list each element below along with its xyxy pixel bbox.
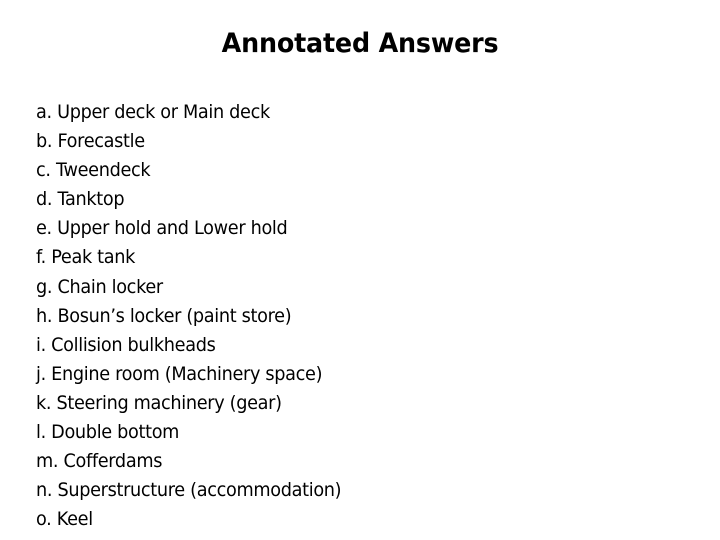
page-title: Annotated Answers [221, 28, 499, 59]
slide-canvas: Annotated Answers a. Upper deck or Main … [0, 0, 720, 540]
answers-list: a. Upper deck or Main deck b. Forecastle… [36, 98, 686, 534]
list-item: h. Bosun’s locker (paint store) [36, 304, 292, 327]
list-item: j. Engine room (Machinery space) [36, 362, 323, 385]
list-item: f. Peak tank [36, 246, 136, 269]
list-item: n. Superstructure (accommodation) [36, 479, 342, 502]
list-item: a. Upper deck or Main deck [36, 101, 270, 123]
list-item: d. Tanktop [36, 188, 125, 211]
list-item: k. Steering machinery (gear) [36, 391, 282, 414]
list-item: e. Upper hold and Lower hold [36, 217, 288, 240]
list-item: c. Tweendeck [36, 159, 151, 182]
list-item: l. Double bottom [36, 421, 180, 444]
list-item: g. Chain locker [36, 275, 163, 298]
list-item: o. Keel [36, 508, 93, 531]
list-item: i. Collision bulkheads [36, 333, 216, 356]
list-item: b. Forecastle [36, 130, 145, 153]
list-item: m. Cofferdams [36, 450, 163, 473]
